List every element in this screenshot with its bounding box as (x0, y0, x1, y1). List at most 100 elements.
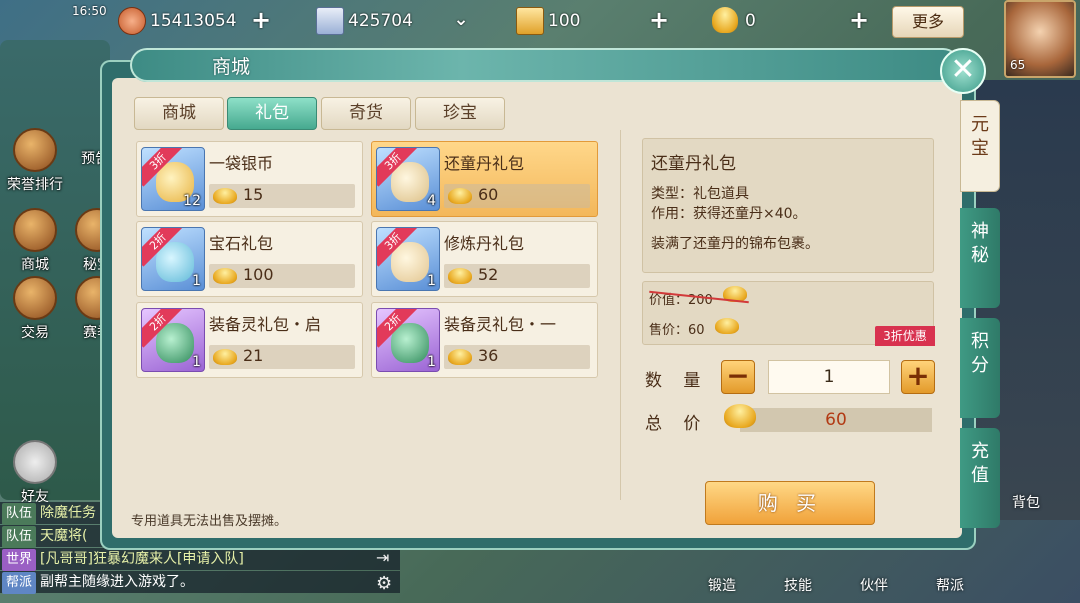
chat-channel: 队伍 (2, 526, 37, 548)
ticket-amount: 100 (548, 11, 581, 31)
avatar-level: 65 (1010, 58, 1026, 72)
quantity-input[interactable]: 1 (768, 360, 890, 394)
price-bar: 100 (209, 264, 355, 288)
side-tab-ingot[interactable]: 元宝 (960, 100, 1000, 192)
item-name: 修炼丹礼包 (444, 234, 525, 253)
more-button[interactable]: 更多 (892, 6, 964, 38)
copper-amount: 15413054 (150, 11, 237, 31)
exit-icon[interactable]: ⇥ (376, 548, 389, 567)
item-thumbnail: 3折 12 (141, 147, 205, 211)
menu-guild[interactable]: 帮派 (936, 575, 964, 595)
close-button[interactable]: ✕ (940, 48, 986, 94)
menu-skills[interactable]: 技能 (784, 575, 812, 595)
left-nav-shop[interactable]: 商城 (0, 208, 70, 274)
shop-item-gem-pack[interactable]: 2折 1 宝石礼包 100 (136, 221, 363, 297)
item-quantity: 1 (192, 354, 201, 370)
add-ingot-button[interactable]: + (846, 8, 872, 34)
shop-item-cultivation-pack[interactable]: 3折 1 修炼丹礼包 52 (371, 221, 598, 297)
shop-item-rejuvenation-pack[interactable]: 3折 4 还童丹礼包 60 (371, 141, 598, 217)
item-thumbnail: 2折 1 (141, 308, 205, 372)
left-nav-friends[interactable]: 好友 (0, 440, 70, 506)
total-price: 60 (740, 408, 932, 432)
add-copper-button[interactable]: + (248, 8, 274, 34)
chat-message: 副帮主随缘进入游戏了。 (40, 574, 195, 590)
shop-item-silver-bag[interactable]: 3折 12 一袋银币 15 (136, 141, 363, 217)
side-tab-recharge[interactable]: 充值 (960, 428, 1000, 528)
chat-message: 天魔将( (40, 528, 88, 544)
gold-ingot-icon (448, 188, 472, 204)
scroll-icon (316, 7, 344, 35)
minus-icon: − (726, 359, 750, 392)
price-bar: 60 (444, 184, 590, 208)
chat-message: [凡哥哥]狂暴幻魔来人[申请入队] (40, 551, 244, 567)
item-detail-card: 还童丹礼包 类型：礼包道具 作用：获得还童丹×40。 装满了还童丹的锦布包裹。 (642, 138, 934, 273)
left-nav-label: 交易 (21, 325, 49, 341)
menu-backpack[interactable]: 背包 (1012, 492, 1040, 512)
tab-shop[interactable]: 商城 (134, 97, 224, 130)
side-tab-label: 积分 (971, 331, 989, 376)
item-quantity: 1 (192, 273, 201, 289)
item-thumbnail: 3折 1 (376, 227, 440, 291)
item-price: 36 (478, 346, 499, 365)
chat-row: 帮派 副帮主随缘进入游戏了。 (0, 571, 400, 594)
item-price: 60 (478, 185, 499, 204)
divider (620, 130, 621, 500)
shop-item-equip-spirit-pack-start[interactable]: 2折 1 装备灵礼包・启 21 (136, 302, 363, 378)
side-tab-label: 元宝 (971, 114, 989, 159)
left-nav-trade[interactable]: 交易 (0, 276, 70, 342)
item-name: 装备灵礼包・启 (209, 315, 322, 334)
footer-note: 专用道具无法出售及摆摊。 (131, 514, 288, 529)
item-name: 还童丹礼包 (444, 154, 525, 173)
price-info-box: 价值：200 售价：60 3折优惠 (642, 281, 935, 346)
price-bar: 15 (209, 184, 355, 208)
chevron-down-icon[interactable]: ⌄ (448, 8, 474, 34)
decrease-quantity-button[interactable]: − (721, 360, 755, 394)
detail-title: 还童丹礼包 (651, 154, 736, 174)
left-nav-label: 商城 (21, 257, 49, 273)
shop-item-equip-spirit-pack-one[interactable]: 2折 1 装备灵礼包・一 36 (371, 302, 598, 378)
item-price: 100 (243, 265, 274, 284)
shop-icon (13, 208, 57, 252)
settings-gear-icon[interactable]: ⚙ (376, 573, 392, 594)
item-thumbnail: 3折 4 (376, 147, 440, 211)
copper-coin-icon (118, 7, 146, 35)
gold-ingot-icon (213, 188, 237, 204)
ingot-amount: 0 (745, 11, 756, 31)
item-name: 宝石礼包 (209, 234, 274, 253)
menu-forge[interactable]: 锻造 (708, 575, 736, 595)
friends-icon (13, 440, 57, 484)
item-name: 装备灵礼包・一 (444, 315, 557, 334)
menu-partner[interactable]: 伙伴 (860, 575, 888, 595)
detail-type: 类型：礼包道具 (651, 186, 749, 202)
left-nav-label: 荣誉排行 (7, 177, 63, 193)
side-tab-points[interactable]: 积分 (960, 318, 1000, 418)
trophy-icon (13, 128, 57, 172)
tab-rare-goods[interactable]: 奇货 (321, 97, 411, 130)
gold-ingot-icon (712, 7, 738, 33)
tab-treasure[interactable]: 珍宝 (415, 97, 505, 130)
detail-effect: 作用：获得还童丹×40。 (651, 206, 807, 222)
chat-row: 世界 [凡哥哥]狂暴幻魔来人[申请入队] (0, 548, 400, 571)
chat-channel: 帮派 (2, 572, 37, 594)
item-thumbnail: 2折 1 (376, 308, 440, 372)
increase-quantity-button[interactable]: + (901, 360, 935, 394)
tab-gift-pack[interactable]: 礼包 (227, 97, 317, 130)
scroll-amount: 425704 (348, 11, 413, 31)
gold-ingot-icon (448, 349, 472, 365)
page-title: 商城 (212, 56, 251, 78)
side-tab-label: 充值 (971, 441, 989, 486)
item-quantity: 1 (427, 354, 436, 370)
chat-message: 除魔任务 (40, 505, 97, 521)
side-tab-label: 神秘 (971, 221, 989, 266)
add-ticket-button[interactable]: + (646, 8, 672, 34)
plus-icon: + (906, 359, 930, 392)
gold-ingot-icon (213, 349, 237, 365)
side-tab-mystery[interactable]: 神秘 (960, 208, 1000, 308)
gold-ingot-icon (213, 268, 237, 284)
gold-ingot-icon (448, 268, 472, 284)
resource-bar: 16:50 15413054 + 425704 ⌄ 100 + 0 + 更多 (0, 0, 1000, 40)
buy-button[interactable]: 购 买 (705, 481, 875, 525)
detail-description: 装满了还童丹的锦布包裹。 (651, 236, 819, 252)
price-bar: 52 (444, 264, 590, 288)
chat-channel: 世界 (2, 549, 37, 571)
